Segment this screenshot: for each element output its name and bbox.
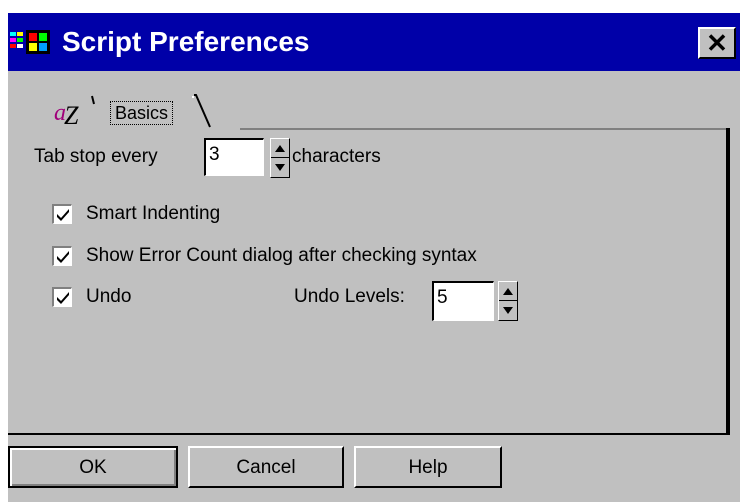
cancel-button-label: Cancel: [236, 457, 296, 478]
undo-levels-label: Undo Levels:: [294, 286, 405, 307]
spin-divider: [271, 157, 289, 158]
tab-panel-bottom-edge: [8, 433, 730, 435]
undo-levels-spinner[interactable]: [498, 281, 518, 321]
ok-button[interactable]: OK: [8, 446, 178, 488]
spin-divider: [499, 300, 517, 301]
undo-levels-input[interactable]: 5: [432, 281, 494, 321]
undo-checkbox[interactable]: [52, 287, 72, 307]
undo-levels-value: 5: [437, 287, 448, 308]
undo-label: Undo: [86, 286, 132, 307]
svg-text:Z: Z: [64, 101, 79, 128]
tab-stop-spinner[interactable]: [270, 138, 290, 178]
tab-panel-right-edge: [726, 128, 730, 435]
tab-stop-input[interactable]: 3: [204, 138, 264, 176]
spin-up-icon[interactable]: [503, 288, 513, 295]
title-bar[interactable]: Script Preferences ✕: [8, 13, 740, 71]
spin-down-icon[interactable]: [275, 164, 285, 171]
smart-indenting-label: Smart Indenting: [86, 203, 221, 224]
close-icon: ✕: [706, 28, 728, 58]
spin-down-icon[interactable]: [503, 307, 513, 314]
app-icon: [10, 30, 50, 54]
script-az-icon: a Z: [54, 95, 95, 128]
close-button[interactable]: ✕: [698, 27, 736, 59]
show-error-count-label: Show Error Count dialog after checking s…: [86, 245, 477, 266]
tab-edge: [192, 94, 211, 128]
tab-stop-label: Tab stop every: [34, 146, 158, 167]
spin-up-icon[interactable]: [275, 145, 285, 152]
ok-button-label: OK: [79, 457, 107, 478]
checkmark-icon: [57, 292, 69, 304]
tab-basics-label: Basics: [110, 101, 174, 125]
help-button-label: Help: [408, 457, 448, 478]
help-button[interactable]: Help: [354, 446, 502, 488]
checkmark-icon: [57, 251, 69, 263]
window-title: Script Preferences: [62, 26, 310, 57]
tab-stop-value: 3: [209, 144, 220, 165]
checkmark-icon: [57, 209, 69, 221]
tab-basics[interactable]: Basics: [106, 93, 226, 131]
smart-indenting-checkbox[interactable]: [52, 204, 72, 224]
cancel-button[interactable]: Cancel: [188, 446, 344, 488]
tab-stop-unit-label: characters: [292, 146, 381, 167]
show-error-count-checkbox[interactable]: [52, 246, 72, 266]
tab-panel-top-edge: [240, 128, 726, 130]
script-preferences-dialog: Script Preferences ✕ a Z Basics Tab stop…: [8, 13, 740, 502]
